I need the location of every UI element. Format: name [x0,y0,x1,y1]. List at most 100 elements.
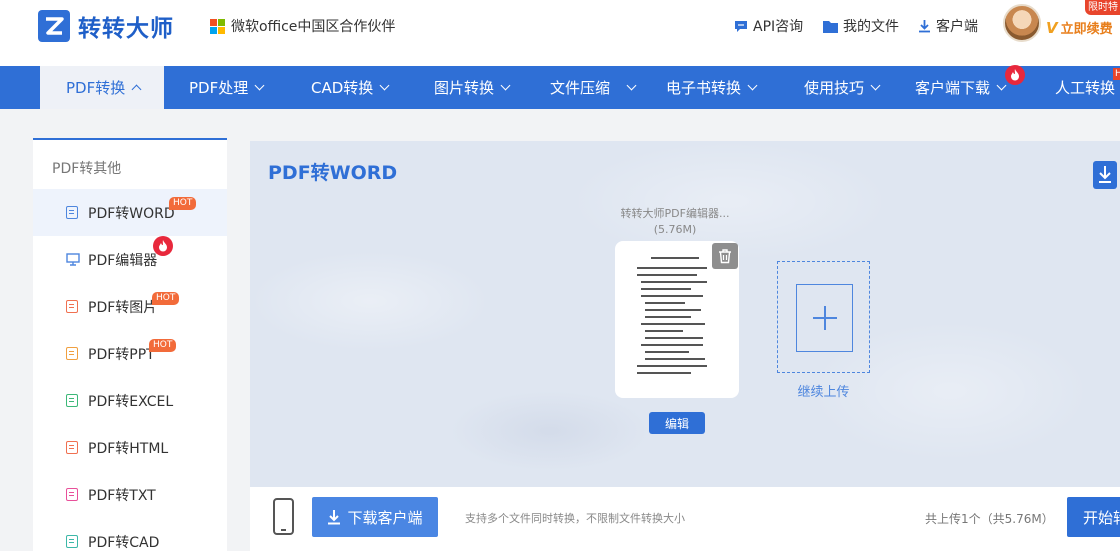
nav-client-download[interactable]: 客户端下载 [915,66,1007,109]
cad-file-icon [66,535,78,548]
continue-upload-box[interactable] [777,261,870,373]
ppt-file-icon [66,347,78,360]
header: 转转大师 微软office中国区合作伙伴 API咨询 我的文件 客户端 V 立即… [0,0,1120,66]
txt-file-icon [66,488,78,501]
fire-icon [153,236,173,256]
phone-icon [273,498,294,535]
sidebar-item-label: PDF转图片 [88,299,158,316]
sidebar-item-pdf-to-image[interactable]: PDF转图片 [33,283,227,330]
sidebar-item-pdf-to-cad[interactable]: PDF转CAD [33,518,227,551]
chevron-down-icon [379,80,390,91]
trash-icon[interactable] [712,243,738,269]
sidebar-item-pdf-to-ppt[interactable]: PDF转PPT [33,330,227,377]
upload-total: 共上传1个（共5.76M） [925,512,1054,526]
sidebar-item-label: PDF转PPT [88,346,155,363]
sidebar-item-label: PDF转WORD [88,205,175,222]
hot-badge: HOT [152,292,180,305]
support-text: 支持多个文件同时转换，不限制文件转换大小 [465,512,685,525]
sidebar-item-label: PDF转HTML [88,440,169,457]
nav-label: 图片转换 [434,79,495,97]
sidebar-item-label: PDF转CAD [88,534,160,551]
client-link[interactable]: 客户端 [918,16,978,36]
download-icon[interactable] [1093,161,1117,189]
nav-label: 文件压缩 [550,79,611,97]
api-consult-link[interactable]: API咨询 [734,16,803,36]
document-icon [66,206,78,219]
my-files-label: 我的文件 [843,19,899,35]
download-client-button[interactable]: 下载客户端 [312,497,438,537]
download-icon [328,510,341,525]
vip-renew-label: 立即续费 [1060,22,1113,37]
file-size: (5.76M) [653,223,697,236]
nav-pdf-convert[interactable]: PDF转换 [40,66,164,109]
plus-icon [796,284,853,352]
partner-text: 微软office中国区合作伙伴 [231,19,396,35]
upload-area: PDF转WORD 转转大师PDF编辑器... (5.76M) 编辑 继续上传 [250,141,1120,487]
chevron-down-icon [747,80,758,91]
nav-manual-convert[interactable]: 人工转换 [1055,66,1115,109]
nav-label: PDF转换 [66,79,126,97]
hot-badge: HOT [149,339,177,352]
hot-badge: H [1113,68,1120,80]
image-file-icon [66,300,78,313]
logo[interactable]: 转转大师 [38,10,174,42]
chevron-down-icon [870,80,881,91]
my-files-link[interactable]: 我的文件 [823,16,899,36]
edit-button[interactable]: 编辑 [649,412,705,434]
sidebar-item-pdf-to-excel[interactable]: PDF转EXCEL [33,377,227,424]
chevron-down-icon [626,80,637,91]
file-name: 转转大师PDF编辑器... [620,207,730,220]
hot-badge: HOT [169,197,197,210]
main-nav: PDF转换 PDF处理 CAD转换 图片转换 文件压缩 电子书转换 使用技巧 客… [0,65,1120,109]
nav-label: 人工转换 [1055,79,1116,97]
folder-icon [823,20,838,33]
nav-label: 电子书转换 [666,79,742,97]
file-info: 转转大师PDF编辑器... (5.76M) [615,206,735,238]
continue-upload-label: 继续上传 [797,385,850,400]
logo-icon [38,10,70,42]
nav-tips[interactable]: 使用技巧 [804,66,881,109]
partner-info: 微软office中国区合作伙伴 [210,16,395,36]
start-convert-button[interactable]: 开始转 [1067,497,1120,537]
nav-label: 使用技巧 [804,79,865,97]
nav-label: CAD转换 [311,79,374,97]
nav-file-compress[interactable]: 文件压缩 [550,66,637,109]
api-consult-label: API咨询 [753,19,804,35]
sidebar-item-pdf-editor[interactable]: PDF编辑器 [33,236,227,283]
microsoft-icon [210,18,225,34]
sidebar-item-pdf-to-word[interactable]: PDF转WORD [33,189,227,236]
chevron-up-icon [131,84,142,95]
chevron-down-icon [254,80,265,91]
excel-file-icon [66,394,78,407]
nav-label: 客户端下载 [915,79,991,97]
nav-ebook-convert[interactable]: 电子书转换 [666,66,758,109]
sidebar-item-label: PDF编辑器 [88,252,158,269]
bottom-bar: 下载客户端 支持多个文件同时转换，不限制文件转换大小 共上传1个（共5.76M）… [250,487,1120,551]
monitor-icon [66,253,80,266]
sidebar-title: PDF转其他 [52,161,122,177]
sidebar-item-pdf-to-html[interactable]: PDF转HTML [33,424,227,471]
sidebar-item-label: PDF转EXCEL [88,393,174,410]
sidebar: PDF转其他 PDF转WORD HOT PDF编辑器 PDF转图片 HOT PD… [33,138,227,551]
limited-offer-badge: 限时特 [1085,0,1120,15]
download-client-label: 下载客户端 [347,508,423,527]
file-thumbnail[interactable] [615,241,739,398]
sidebar-item-pdf-to-txt[interactable]: PDF转TXT [33,471,227,518]
vip-renew[interactable]: V 立即续费 [1046,18,1113,38]
brand-name: 转转大师 [78,16,174,42]
html-file-icon [66,441,78,454]
avatar[interactable] [1003,4,1041,42]
vip-icon: V [1046,18,1058,37]
chat-icon [735,21,747,32]
chevron-down-icon [996,80,1007,91]
sidebar-item-label: PDF转TXT [88,487,156,504]
nav-label: PDF处理 [189,79,249,97]
client-label: 客户端 [936,19,978,35]
nav-pdf-process[interactable]: PDF处理 [189,66,265,109]
document-preview [627,251,727,386]
chevron-down-icon [500,80,511,91]
nav-image-convert[interactable]: 图片转换 [434,66,511,109]
download-icon [919,20,930,33]
nav-cad-convert[interactable]: CAD转换 [311,66,390,109]
page-title: PDF转WORD [268,162,398,184]
